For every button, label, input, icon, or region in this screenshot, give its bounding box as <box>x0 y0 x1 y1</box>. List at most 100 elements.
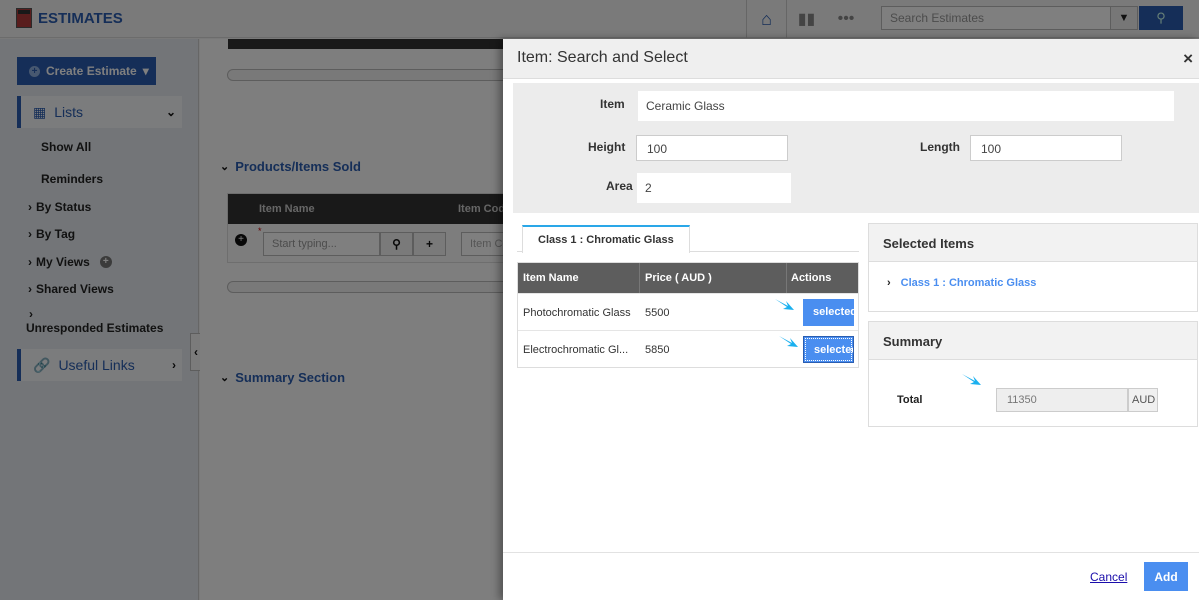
chevron-right-icon: › <box>887 277 891 289</box>
item-field[interactable]: Ceramic Glass <box>638 91 1174 121</box>
chevron-right-icon: › <box>29 307 33 321</box>
length-label: Length <box>920 140 960 154</box>
item-name-input[interactable]: Start typing... <box>263 232 380 256</box>
search-button[interactable]: ⚲ <box>1139 6 1183 30</box>
search-icon: ⚲ <box>392 237 401 251</box>
selected-button[interactable]: selected <box>803 299 854 326</box>
price-cell: 5500 <box>645 307 670 319</box>
more-icon[interactable]: ••• <box>826 0 866 38</box>
add-row-icon[interactable]: + <box>235 234 247 246</box>
top-bar: ESTIMATES ⌂ ▮▮ ••• Search Estimates ▼ ⚲ <box>0 0 1199 38</box>
total-label: Total <box>897 394 923 406</box>
home-icon[interactable]: ⌂ <box>746 0 786 38</box>
tab-class-1[interactable]: Class 1 : Chromatic Glass <box>522 225 690 253</box>
search-dropdown[interactable]: ▼ <box>1110 6 1138 30</box>
sidebar-item-label: Reminders <box>41 172 104 186</box>
summary-heading: Summary <box>869 322 1197 360</box>
length-field[interactable]: 100 <box>970 135 1122 161</box>
sidebar-item-unresponded[interactable]: › Unresponded Estimates <box>26 307 163 335</box>
top-actions: ⌂ ▮▮ ••• <box>746 0 866 38</box>
sidebar-item-shared-views[interactable]: › Shared Views <box>28 282 114 296</box>
sidebar-item-my-views[interactable]: › My Views + <box>28 255 112 269</box>
arrow-annotation-icon <box>779 336 798 347</box>
search-input[interactable]: Search Estimates <box>881 6 1111 30</box>
link-icon: 🔗 <box>33 356 51 373</box>
search-icon: ⚲ <box>1156 10 1166 25</box>
plus-icon: + <box>425 237 433 251</box>
summary-heading: Summary Section <box>235 370 346 385</box>
chevron-right-icon: › <box>28 227 32 241</box>
horizontal-scrollbar[interactable] <box>227 281 527 293</box>
selected-button[interactable]: selected <box>803 336 854 363</box>
chevron-left-icon: ‹ <box>194 345 198 359</box>
sidebar-item-label: Shared Views <box>36 282 114 296</box>
app-title: ESTIMATES <box>16 8 123 28</box>
create-estimate-button[interactable]: + Create Estimate ▾ <box>17 57 156 85</box>
column-header: Item Name <box>523 272 579 284</box>
modal-footer: Cancel Add <box>503 552 1199 600</box>
caret-down-icon: ▾ <box>142 64 149 78</box>
plus-circle-icon: + <box>29 65 40 77</box>
products-table-row: + * Start typing... ⚲ + Item Code <box>228 224 531 262</box>
create-estimate-label: Create Estimate <box>46 64 137 78</box>
items-table: Item Name Price ( AUD ) Actions Photochr… <box>517 262 859 368</box>
chevron-right-icon: › <box>28 200 32 214</box>
sidebar-item-label: By Tag <box>36 227 76 241</box>
sidebar-item-show-all[interactable]: Show All <box>41 140 91 154</box>
arrow-annotation-icon <box>775 299 794 310</box>
cancel-link[interactable]: Cancel <box>1090 570 1127 584</box>
selected-group-link[interactable]: › Class 1 : Chromatic Glass <box>887 277 1036 289</box>
chevron-right-icon: › <box>28 282 32 296</box>
products-table-header: Item Name Item Code <box>228 194 526 224</box>
chevron-right-icon: › <box>172 358 176 372</box>
item-search-modal: Item: Search and Select × Item Ceramic G… <box>503 39 1199 600</box>
table-header-strip <box>228 39 528 49</box>
sidebar-item-by-tag[interactable]: › By Tag <box>28 227 75 241</box>
sidebar-section-useful-links[interactable]: 🔗 Useful Links › <box>17 349 182 381</box>
chevron-right-icon: › <box>28 255 32 269</box>
item-name-cell: Electrochromatic Gl... <box>523 344 629 356</box>
sidebar-item-label: My Views <box>36 255 90 269</box>
height-label: Height <box>588 140 626 154</box>
item-name-cell: Photochromatic Glass <box>523 307 631 319</box>
required-marker: * <box>258 226 262 236</box>
sidebar-item-label: Unresponded Estimates <box>26 321 164 335</box>
chevron-down-icon: ▼ <box>1118 12 1130 24</box>
app-title-text: ESTIMATES <box>38 9 123 27</box>
sidebar-item-reminders[interactable]: Reminders <box>41 172 103 186</box>
add-view-icon[interactable]: + <box>99 256 112 268</box>
area-label: Area <box>606 179 633 193</box>
column-divider <box>639 263 640 293</box>
products-section-header[interactable]: ⌄ Products/Items Sold <box>220 159 361 174</box>
selected-items-heading: Selected Items <box>869 224 1197 262</box>
products-heading: Products/Items Sold <box>235 159 361 174</box>
height-field[interactable]: 100 <box>636 135 788 161</box>
area-field[interactable]: 2 <box>637 173 791 203</box>
table-icon: ▦ <box>33 103 47 120</box>
bar-chart-icon[interactable]: ▮▮ <box>786 0 826 38</box>
sidebar-section-lists[interactable]: ▦ Lists ⌄ <box>17 96 182 128</box>
modal-header: Item: Search and Select × <box>503 39 1199 79</box>
lists-label: Lists <box>54 104 84 120</box>
add-button[interactable]: Add <box>1144 562 1188 591</box>
selected-items-panel: Selected Items › Class 1 : Chromatic Gla… <box>868 223 1198 312</box>
sidebar-item-label: Show All <box>41 140 92 154</box>
selected-group-label: Class 1 : Chromatic Glass <box>900 277 1037 289</box>
column-header: Item Name <box>259 203 315 215</box>
total-field: 11350 <box>996 388 1128 412</box>
add-item-button[interactable]: + <box>413 232 446 256</box>
horizontal-scrollbar[interactable] <box>227 69 527 81</box>
class-tabs: Class 1 : Chromatic Glass <box>517 225 859 253</box>
price-cell: 5850 <box>645 344 670 356</box>
column-divider <box>786 263 787 293</box>
summary-panel: Summary Total 11350 AUD <box>868 321 1198 427</box>
modal-title: Item: Search and Select <box>517 49 688 66</box>
sidebar-item-by-status[interactable]: › By Status <box>28 200 91 214</box>
summary-section-header[interactable]: ⌄ Summary Section <box>220 370 345 385</box>
close-icon[interactable]: × <box>1183 49 1193 69</box>
column-header: Actions <box>791 272 832 284</box>
table-row: Photochromatic Glass 5500 selected <box>518 293 858 330</box>
useful-links-label: Useful Links <box>58 357 135 373</box>
search-item-button[interactable]: ⚲ <box>380 232 413 256</box>
sidebar: + Create Estimate ▾ ▦ Lists ⌄ Show All R… <box>0 39 199 600</box>
